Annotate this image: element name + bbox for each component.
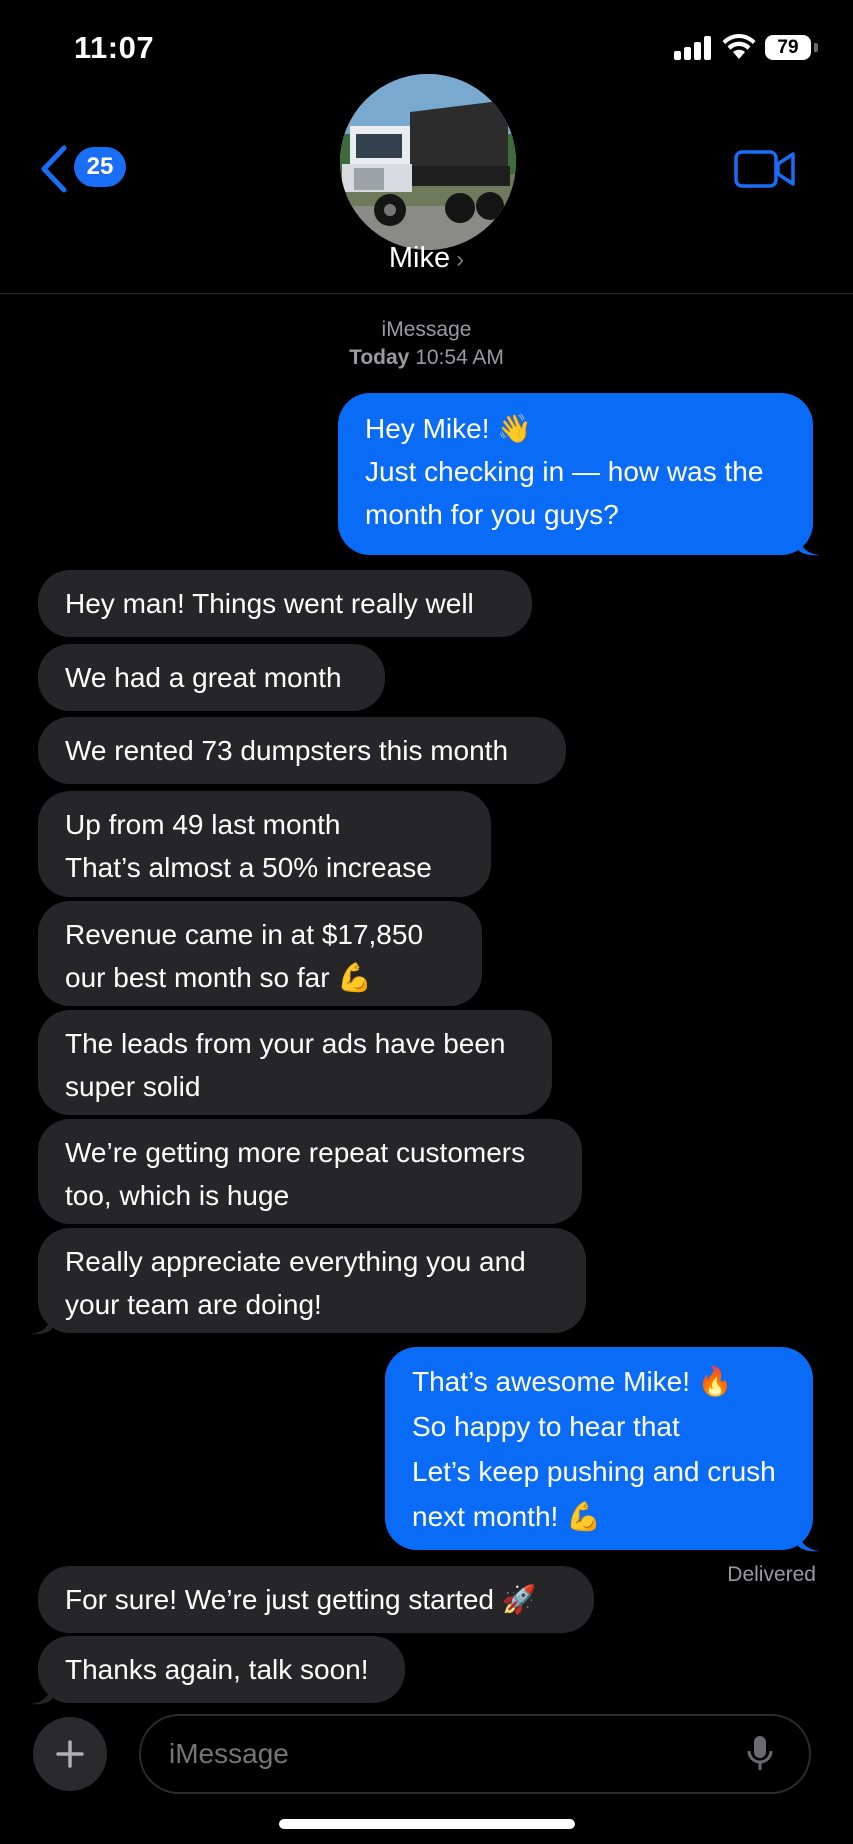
message-input[interactable]	[139, 1714, 811, 1794]
battery-indicator: 79	[765, 35, 811, 60]
message-bubble-incoming[interactable]: Up from 49 last month That’s almost a 50…	[38, 791, 491, 897]
message-bubble-incoming[interactable]: Really appreciate everything you and you…	[38, 1228, 586, 1333]
message-bubble-incoming[interactable]: We’re getting more repeat customers too,…	[38, 1119, 582, 1224]
bubble-tail	[30, 1313, 52, 1335]
home-indicator[interactable]	[279, 1819, 575, 1829]
message-bubble-incoming[interactable]: We rented 73 dumpsters this month	[38, 717, 566, 784]
message-bubble-outgoing[interactable]: That’s awesome Mike! 🔥 So happy to hear …	[385, 1347, 813, 1550]
plus-icon	[56, 1740, 84, 1768]
message-bubble-incoming[interactable]: Hey man! Things went really well	[38, 570, 532, 637]
dump-truck-photo-icon	[340, 74, 516, 250]
microphone-icon[interactable]	[746, 1734, 774, 1774]
contact-details-chevron-icon: ›	[456, 246, 465, 273]
bubble-tail	[798, 1530, 820, 1552]
message-bubble-incoming[interactable]: The leads from your ads have been super …	[38, 1010, 552, 1115]
contact-avatar[interactable]	[340, 74, 516, 250]
contact-name[interactable]: Mike ›	[0, 242, 853, 275]
back-chevron-icon[interactable]	[38, 145, 70, 193]
battery-tip	[814, 43, 818, 52]
bubble-tail	[798, 534, 820, 556]
message-bubble-incoming[interactable]: Thanks again, talk soon!	[38, 1636, 405, 1703]
apps-plus-button[interactable]	[33, 1717, 107, 1791]
thread-timestamp: Today 10:54 AM	[0, 344, 853, 372]
delivered-status: Delivered	[727, 1563, 816, 1586]
cellular-signal-icon	[674, 36, 712, 60]
message-bubble-incoming[interactable]: For sure! We’re just getting started 🚀	[38, 1566, 594, 1633]
unread-count-badge[interactable]: 25	[74, 147, 126, 187]
message-bubble-incoming[interactable]: Revenue came in at $17,850 our best mont…	[38, 901, 482, 1006]
message-bubble-outgoing[interactable]: Hey Mike! 👋 Just checking in — how was t…	[338, 393, 813, 555]
thread-meta: iMessage Today 10:54 AM	[0, 316, 853, 372]
message-bubble-incoming[interactable]: We had a great month	[38, 644, 385, 711]
service-label: iMessage	[381, 318, 472, 341]
contact-name-label: Mike	[388, 242, 451, 274]
video-call-icon[interactable]	[734, 148, 796, 190]
thread-day: Today	[349, 346, 410, 369]
bubble-tail	[30, 1683, 52, 1705]
conversation-header: 25 Mike ›	[0, 60, 853, 294]
thread-time: 10:54 AM	[415, 346, 504, 369]
wifi-icon	[722, 34, 756, 59]
